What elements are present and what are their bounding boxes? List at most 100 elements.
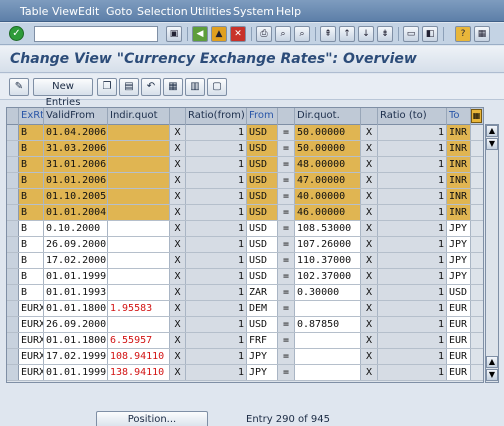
table-row[interactable]: B 01.01.1993 X 1 ZAR = 0.30000 X 1 USD xyxy=(7,285,483,301)
cell-valid-from[interactable]: 26.09.2000 xyxy=(44,237,108,252)
cell-to[interactable]: JPY xyxy=(447,237,471,252)
table-row[interactable]: B 01.01.2006 X 1 USD = 47.00000 X 1 INR xyxy=(7,173,483,189)
cell-dir-quot[interactable]: 0.30000 xyxy=(295,285,361,300)
cell-exrt[interactable]: EURX xyxy=(19,317,44,332)
column-dir-quot[interactable]: Dir.quot. xyxy=(295,108,361,125)
cell-indir-quot[interactable] xyxy=(108,221,170,236)
cell-from[interactable]: JPY xyxy=(247,349,278,364)
delete-icon[interactable]: ▤ xyxy=(119,78,139,96)
cell-dir-quot[interactable] xyxy=(295,301,361,316)
cell-valid-from[interactable]: 26.09.2000 xyxy=(44,317,108,332)
cell-exrt[interactable]: EURX xyxy=(19,365,44,380)
row-selector[interactable] xyxy=(7,189,19,204)
cell-dir-quot[interactable] xyxy=(295,333,361,348)
cell-exrt[interactable]: EURX xyxy=(19,301,44,316)
cell-indir-quot[interactable] xyxy=(108,125,170,140)
column-indir-quot[interactable]: Indir.quot xyxy=(108,108,170,125)
prev-page-icon[interactable]: ↑ xyxy=(339,26,355,42)
cell-valid-from[interactable]: 01.01.2004 xyxy=(44,205,108,220)
row-selector[interactable] xyxy=(7,365,19,380)
select-block-icon[interactable]: ▥ xyxy=(185,78,205,96)
last-page-icon[interactable]: ⇟ xyxy=(377,26,393,42)
cell-valid-from[interactable]: 01.01.1800 xyxy=(44,301,108,316)
menu-goto[interactable]: Goto xyxy=(106,5,132,18)
cell-exrt[interactable]: B xyxy=(19,221,44,236)
select-all-column[interactable] xyxy=(7,108,19,125)
table-row[interactable]: EURX 26.09.2000 X 1 USD = 0.87850 X 1 EUR xyxy=(7,317,483,333)
table-row[interactable]: B 01.04.2006 X 1 USD = 50.00000 X 1 INR xyxy=(7,125,483,141)
cell-exrt[interactable]: B xyxy=(19,205,44,220)
menu-table-view[interactable]: Table View xyxy=(20,5,78,18)
cell-from[interactable]: USD xyxy=(247,205,278,220)
table-row[interactable]: EURX 01.01.1800 1.95583 X 1 DEM = X 1 EUR xyxy=(7,301,483,317)
cell-exrt[interactable]: B xyxy=(19,157,44,172)
cell-dir-quot[interactable]: 46.00000 xyxy=(295,205,361,220)
select-all-icon[interactable]: ▦ xyxy=(163,78,183,96)
undo-icon[interactable]: ↶ xyxy=(141,78,161,96)
menu-utilities[interactable]: Utilities xyxy=(190,5,231,18)
cell-exrt[interactable]: B xyxy=(19,237,44,252)
cell-to[interactable]: EUR xyxy=(447,317,471,332)
menu-help[interactable]: Help xyxy=(276,5,301,18)
column-ratio-from[interactable]: Ratio(from) xyxy=(186,108,247,125)
cell-to[interactable]: EUR xyxy=(447,365,471,380)
cell-valid-from[interactable]: 31.03.2006 xyxy=(44,141,108,156)
cell-from[interactable]: ZAR xyxy=(247,285,278,300)
cell-from[interactable]: DEM xyxy=(247,301,278,316)
cell-exrt[interactable]: B xyxy=(19,189,44,204)
cell-dir-quot[interactable]: 50.00000 xyxy=(295,141,361,156)
cell-exrt[interactable]: B xyxy=(19,125,44,140)
cell-indir-quot[interactable] xyxy=(108,157,170,172)
save-icon[interactable]: ▣ xyxy=(166,26,182,42)
table-row[interactable]: EURX 01.01.1999 138.94110 X 1 JPY = X 1 EUR xyxy=(7,365,483,381)
row-selector[interactable] xyxy=(7,221,19,236)
column-to[interactable]: To xyxy=(447,108,471,125)
table-row[interactable]: EURX 17.02.1999 108.94110 X 1 JPY = X 1 EUR xyxy=(7,349,483,365)
cell-indir-quot[interactable]: 108.94110 xyxy=(108,349,170,364)
table-row[interactable]: B 26.09.2000 X 1 USD = 107.26000 X 1 JPY xyxy=(7,237,483,253)
cell-exrt[interactable]: B xyxy=(19,141,44,156)
command-field[interactable] xyxy=(34,26,158,42)
cell-valid-from[interactable]: 01.01.1993 xyxy=(44,285,108,300)
cell-valid-from[interactable]: 01.01.1800 xyxy=(44,333,108,348)
cell-from[interactable]: USD xyxy=(247,253,278,268)
row-selector[interactable] xyxy=(7,333,19,348)
cell-valid-from[interactable]: 01.01.1999 xyxy=(44,269,108,284)
enter-check-icon[interactable]: ✓ xyxy=(9,26,24,41)
cell-indir-quot[interactable] xyxy=(108,237,170,252)
row-selector[interactable] xyxy=(7,253,19,268)
cell-to[interactable]: INR xyxy=(447,157,471,172)
column-from[interactable]: From xyxy=(247,108,278,125)
cell-to[interactable]: JPY xyxy=(447,221,471,236)
row-selector[interactable] xyxy=(7,205,19,220)
new-entries-button[interactable]: New Entries xyxy=(33,78,93,108)
cell-to[interactable]: USD xyxy=(447,285,471,300)
cell-from[interactable]: USD xyxy=(247,317,278,332)
back-icon[interactable]: ◀ xyxy=(192,26,208,42)
row-selector[interactable] xyxy=(7,125,19,140)
row-selector[interactable] xyxy=(7,317,19,332)
help-icon[interactable]: ? xyxy=(455,26,471,42)
cell-from[interactable]: USD xyxy=(247,125,278,140)
row-selector[interactable] xyxy=(7,173,19,188)
cell-from[interactable]: JPY xyxy=(247,365,278,380)
table-row[interactable]: B 31.01.2006 X 1 USD = 48.00000 X 1 INR xyxy=(7,157,483,173)
cell-valid-from[interactable]: 01.10.2005 xyxy=(44,189,108,204)
cancel-icon[interactable]: ✕ xyxy=(230,26,246,42)
shortcut-icon[interactable]: ◧ xyxy=(422,26,438,42)
table-row[interactable]: B 0.10.2000 X 1 USD = 108.53000 X 1 JPY xyxy=(7,221,483,237)
cell-dir-quot[interactable]: 107.26000 xyxy=(295,237,361,252)
cell-from[interactable]: USD xyxy=(247,157,278,172)
cell-to[interactable]: INR xyxy=(447,141,471,156)
deselect-all-icon[interactable]: ▢ xyxy=(207,78,227,96)
cell-to[interactable]: JPY xyxy=(447,253,471,268)
cell-exrt[interactable]: B xyxy=(19,253,44,268)
table-row[interactable]: B 01.10.2005 X 1 USD = 40.00000 X 1 INR xyxy=(7,189,483,205)
cell-valid-from[interactable]: 17.02.2000 xyxy=(44,253,108,268)
copy-icon[interactable]: ❐ xyxy=(97,78,117,96)
cell-from[interactable]: USD xyxy=(247,141,278,156)
row-selector[interactable] xyxy=(7,157,19,172)
scroll-up-icon[interactable]: ▲ xyxy=(486,125,498,137)
cell-dir-quot[interactable]: 102.37000 xyxy=(295,269,361,284)
table-row[interactable]: B 01.01.1999 X 1 USD = 102.37000 X 1 JPY xyxy=(7,269,483,285)
